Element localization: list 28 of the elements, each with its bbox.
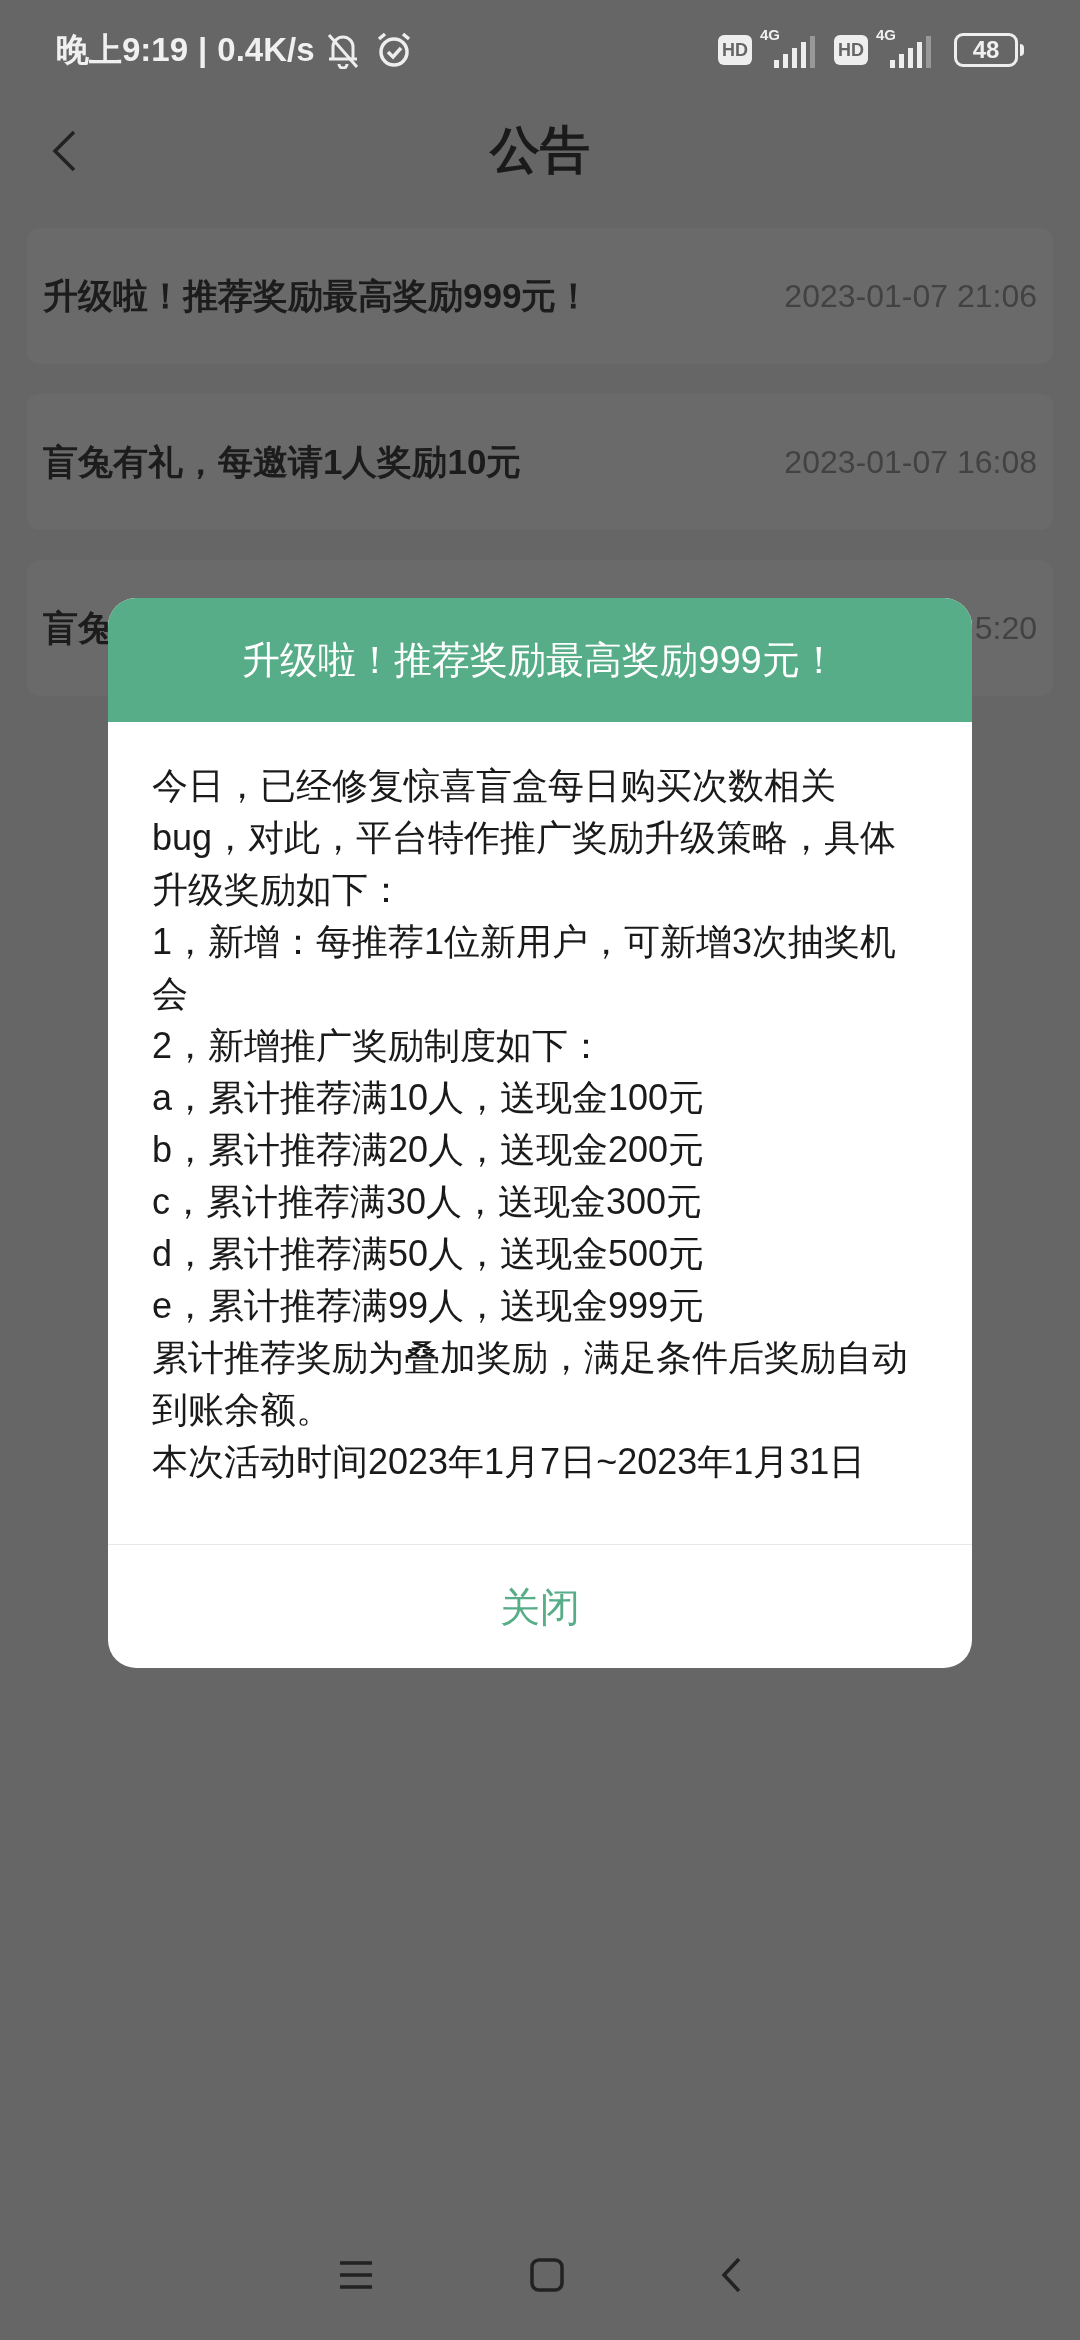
home-icon[interactable] <box>530 2258 564 2292</box>
network-speed: 0.4K/s <box>217 30 315 71</box>
back-icon[interactable] <box>721 2257 742 2293</box>
back-icon[interactable] <box>52 130 76 172</box>
dialog-text: 今日，已经修复惊喜盲盒每日购买次数相关bug，对此，平台特作推广奖励升级策略，具体升级奖励如下： <box>152 764 898 912</box>
separator-text: | <box>198 30 208 71</box>
notice-title: 盲兔有礼，每邀请1人奖励10元 <box>43 440 522 483</box>
notice-title: 升级啦！推荐奖励最高奖励999元！ <box>43 274 592 317</box>
dialog-text: e，累计推荐满99人，送现金999元 <box>152 1284 706 1328</box>
dialog-text: a，累计推荐满10人，送现金100元 <box>152 1076 706 1120</box>
dialog-title: 升级啦！推荐奖励最高奖励999元！ <box>242 637 838 683</box>
dialog-text: 1，新增：每推荐1位新用户，可新增3次抽奖机会 <box>152 920 898 1016</box>
dialog-text: 本次活动时间2023年1月7日~2023年1月31日 <box>152 1440 867 1484</box>
dialog-text: b，累计推荐满20人，送现金200元 <box>152 1128 706 1172</box>
dialog-text: 累计推荐奖励为叠加奖励，满足条件后奖励自动到账余额。 <box>152 1336 909 1432</box>
dialog-text: c，累计推荐满30人，送现金300元 <box>152 1180 704 1224</box>
battery-tip-icon <box>1020 44 1024 56</box>
network-type: 4G <box>876 25 896 45</box>
menu-icon[interactable] <box>338 2260 373 2290</box>
battery-level: 48 <box>954 33 1018 67</box>
network-type: 4G <box>760 25 780 45</box>
dialog-text: 2，新增推广奖励制度如下： <box>152 1024 606 1068</box>
hd-badge: HD <box>718 35 752 65</box>
close-button[interactable]: 关闭 <box>480 1576 600 1637</box>
status-time: 晚上9:19 <box>56 30 189 71</box>
page-title: 公告 <box>490 120 590 180</box>
hd-badge: HD <box>834 35 868 65</box>
dialog-text: d，累计推荐满50人，送现金500元 <box>152 1232 706 1276</box>
